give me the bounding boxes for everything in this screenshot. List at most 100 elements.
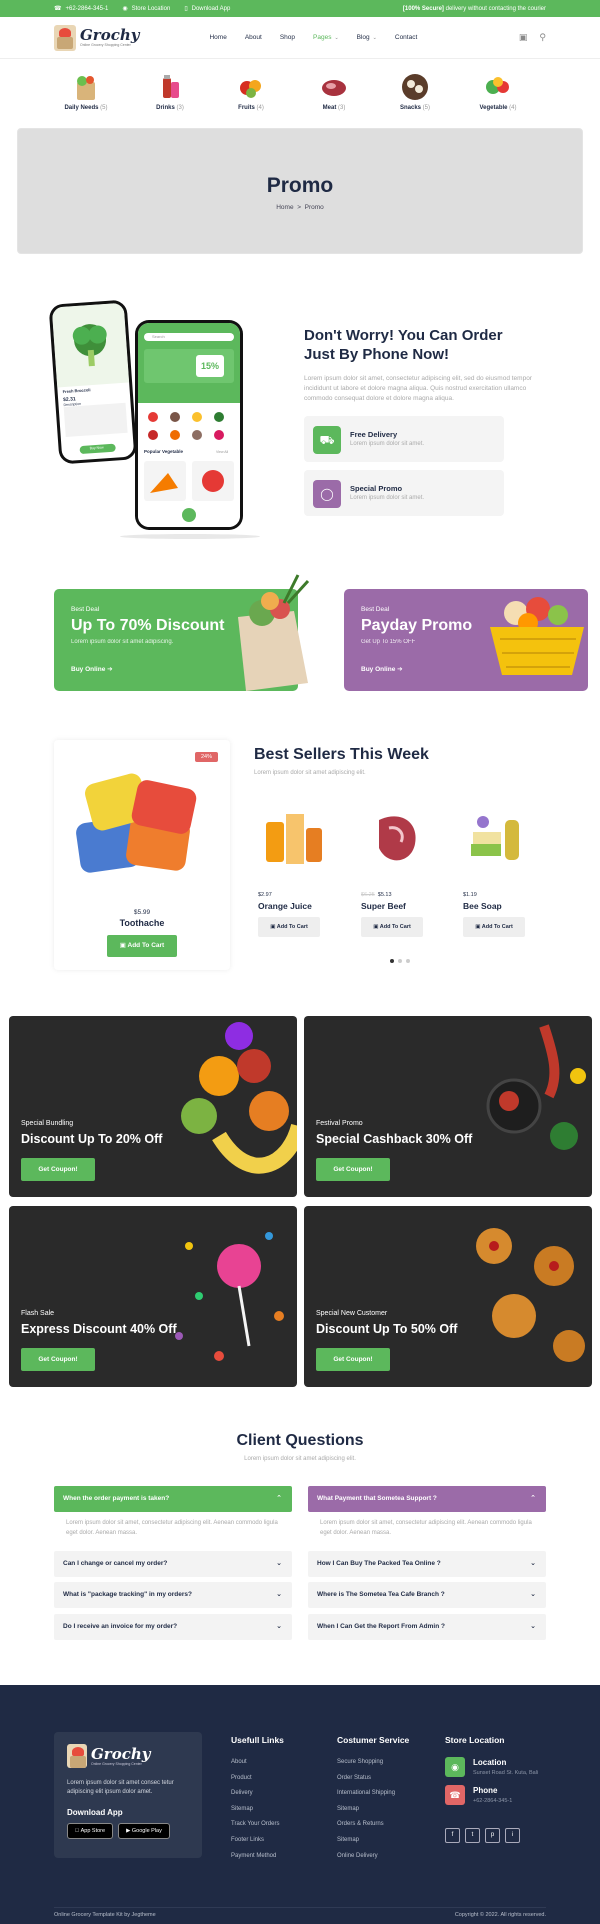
app-store-button[interactable]:  App Store bbox=[67, 1823, 113, 1839]
product-card[interactable]: $6.25 $5.13 Super Beef ▣ Add To Cart bbox=[361, 800, 431, 937]
buy-online-link[interactable]: Buy Online ➔ bbox=[361, 665, 403, 673]
get-coupon-button[interactable]: Get Coupon! bbox=[21, 1158, 95, 1181]
faq-question[interactable]: Can I change or cancel my order? ⌄ bbox=[54, 1551, 292, 1577]
footer-link[interactable]: Product bbox=[231, 1771, 284, 1787]
faq-question[interactable]: When I Can Get the Report From Admin ? ⌄ bbox=[308, 1614, 546, 1640]
deal-sub: Lorem ipsum dolor sit amet adipiscing. bbox=[71, 639, 174, 645]
grocery-bag-logo-icon bbox=[67, 1744, 87, 1768]
footer-link[interactable]: Footer Links bbox=[231, 1833, 284, 1849]
phone-info[interactable]: ☎ +62-2864-345-1 bbox=[54, 5, 109, 13]
arrow-right-icon: ➔ bbox=[397, 666, 403, 673]
cart-icon: ▣ bbox=[373, 924, 379, 930]
buy-online-link[interactable]: Buy Online ➔ bbox=[71, 665, 113, 673]
carousel-dot-active[interactable] bbox=[390, 959, 394, 963]
phone-text: +62-2864-345-1 bbox=[65, 5, 109, 12]
faq-question[interactable]: How I Can Buy The Packed Tea Online ? ⌄ bbox=[308, 1551, 546, 1577]
nav-pages[interactable]: Pages ⌄ bbox=[313, 34, 339, 41]
nav-shop[interactable]: Shop bbox=[280, 34, 295, 41]
footer-link[interactable]: Sitemap bbox=[337, 1833, 409, 1849]
footer-link[interactable]: Secure Shopping bbox=[337, 1755, 409, 1771]
category-fruits[interactable]: Fruits (4) bbox=[221, 72, 281, 111]
main-nav: Home About Shop Pages ⌄ Blog ⌄ Contact bbox=[209, 34, 435, 41]
faq-sub: Lorem ipsum dolor sit amet adipiscing el… bbox=[244, 1456, 356, 1462]
product-card[interactable]: $2.97 Orange Juice ▣ Add To Cart bbox=[258, 800, 328, 937]
instagram-icon[interactable]: i bbox=[505, 1828, 520, 1843]
facebook-icon[interactable]: f bbox=[445, 1828, 460, 1843]
nav-about[interactable]: About bbox=[245, 34, 262, 41]
footer-link[interactable]: Sitemap bbox=[337, 1802, 409, 1818]
chevron-down-icon: ⌄ bbox=[530, 1623, 536, 1630]
add-to-cart-button[interactable]: ▣ Add To Cart bbox=[463, 917, 525, 937]
store-location-link[interactable]: ◉ Store Location bbox=[122, 5, 170, 13]
category-snacks[interactable]: Snacks (5) bbox=[385, 72, 445, 111]
category-count: (3) bbox=[176, 105, 184, 111]
deal-card-payday[interactable]: Best Deal Payday Promo Get Up To 15% OFF… bbox=[344, 589, 588, 691]
bestsellers-title: Best Sellers This Week bbox=[254, 746, 429, 763]
add-to-cart-button[interactable]: ▣ Add To Cart bbox=[107, 935, 177, 957]
footer-link[interactable]: Delivery bbox=[231, 1786, 284, 1802]
footer-link[interactable]: About bbox=[231, 1755, 284, 1771]
google-play-button[interactable]: ▶ Google Play bbox=[118, 1823, 170, 1839]
get-coupon-button[interactable]: Get Coupon! bbox=[316, 1348, 390, 1371]
buy-online-label: Buy Online bbox=[361, 666, 396, 673]
carousel-dot[interactable] bbox=[398, 959, 402, 963]
footer-col-title: Costumer Service bbox=[337, 1735, 410, 1745]
breadcrumb: Home > Promo bbox=[18, 204, 582, 211]
faq-question-text: Where is The Sometea Tea Cafe Branch ? bbox=[317, 1591, 445, 1598]
nav-contact[interactable]: Contact bbox=[395, 34, 417, 41]
faq-question-open[interactable]: What Payment that Sometea Support ? ⌃ bbox=[308, 1486, 546, 1512]
download-app-link[interactable]: ▯ Download App bbox=[184, 5, 230, 13]
footer-logo[interactable]: Grochy Online Grocery Shopping Center bbox=[67, 1744, 150, 1768]
phone-mockup-back: Fresh Broccoli $2.31 Description Buy Now bbox=[48, 299, 138, 465]
add-to-cart-label: Add To Cart bbox=[481, 924, 513, 930]
logo[interactable]: Grochy Online Grocery Shopping Center bbox=[54, 24, 139, 51]
carousel-dot[interactable] bbox=[406, 959, 410, 963]
footer-link[interactable]: Order Status bbox=[337, 1771, 409, 1787]
cart-icon: ▣ bbox=[475, 924, 481, 930]
coupon-card-flash-sale: Flash Sale Express Discount 40% Off Get … bbox=[9, 1206, 297, 1387]
footer-link[interactable]: Sitemap bbox=[231, 1802, 284, 1818]
product-card[interactable]: $1.19 Bee Soap ▣ Add To Cart bbox=[463, 800, 533, 937]
category-daily-needs[interactable]: Daily Needs (5) bbox=[56, 72, 116, 111]
faq-question[interactable]: Do I receive an invoice for my order? ⌄ bbox=[54, 1614, 292, 1640]
featured-price: $5.99 bbox=[133, 909, 151, 916]
nav-blog[interactable]: Blog ⌄ bbox=[357, 34, 377, 41]
deal-card-discount[interactable]: Best Deal Up To 70% Discount Lorem ipsum… bbox=[54, 574, 310, 691]
chevron-down-icon: ⌄ bbox=[334, 34, 339, 41]
app-popular-label: Popular Vegetable bbox=[144, 449, 184, 454]
add-to-cart-button[interactable]: ▣ Add To Cart bbox=[361, 917, 423, 937]
pinterest-icon[interactable]: p bbox=[485, 1828, 500, 1843]
fruits-icon bbox=[236, 72, 266, 102]
grocery-bag-image bbox=[238, 574, 310, 691]
category-drinks[interactable]: Drinks (3) bbox=[140, 72, 200, 111]
featured-product-card[interactable]: 24% $5.99 Toothache ▣ Add To Cart bbox=[54, 740, 230, 970]
footer-link[interactable]: Orders & Returns bbox=[337, 1817, 409, 1833]
category-meat[interactable]: Meat (3) bbox=[304, 72, 364, 111]
search-icon[interactable]: ⚲ bbox=[539, 32, 546, 43]
get-coupon-button[interactable]: Get Coupon! bbox=[21, 1348, 95, 1371]
feature-free-delivery: ⛟ Free Delivery Lorem ipsum dolor sit am… bbox=[304, 416, 504, 462]
breadcrumb-home[interactable]: Home bbox=[276, 204, 293, 211]
faq-question-open[interactable]: When the order payment is taken? ⌃ bbox=[54, 1486, 292, 1512]
footer-link[interactable]: Online Delivery bbox=[337, 1849, 409, 1865]
chevron-down-icon: ⌄ bbox=[530, 1560, 536, 1567]
price-old: $6.25 bbox=[361, 892, 375, 898]
feature-special-promo: ◯ Special Promo Lorem ipsum dolor sit am… bbox=[304, 470, 504, 516]
category-vegetable[interactable]: Vegetable (4) bbox=[468, 72, 528, 111]
nav-home[interactable]: Home bbox=[209, 34, 226, 41]
twitter-icon[interactable]: t bbox=[465, 1828, 480, 1843]
grocery-basket-image bbox=[490, 597, 584, 675]
deal-label: Best Deal bbox=[71, 606, 100, 613]
add-to-cart-button[interactable]: ▣ Add To Cart bbox=[258, 917, 320, 937]
footer-link[interactable]: International Shipping bbox=[337, 1786, 409, 1802]
faq-question[interactable]: Where is The Sometea Tea Cafe Branch ? ⌄ bbox=[308, 1582, 546, 1608]
faq-question-text: How I Can Buy The Packed Tea Online ? bbox=[317, 1560, 441, 1567]
cart-icon[interactable]: ▣ bbox=[519, 32, 528, 43]
phone-section-desc: Lorem ipsum dolor sit amet, consectetur … bbox=[304, 375, 532, 402]
category-count: (4) bbox=[509, 105, 517, 111]
footer-link[interactable]: Payment Method bbox=[231, 1849, 284, 1865]
faq-question[interactable]: What is "package tracking" in my orders?… bbox=[54, 1582, 292, 1608]
footer-link[interactable]: Track Your Orders bbox=[231, 1817, 284, 1833]
get-coupon-button[interactable]: Get Coupon! bbox=[316, 1158, 390, 1181]
chevron-down-icon: ⌄ bbox=[276, 1591, 282, 1598]
